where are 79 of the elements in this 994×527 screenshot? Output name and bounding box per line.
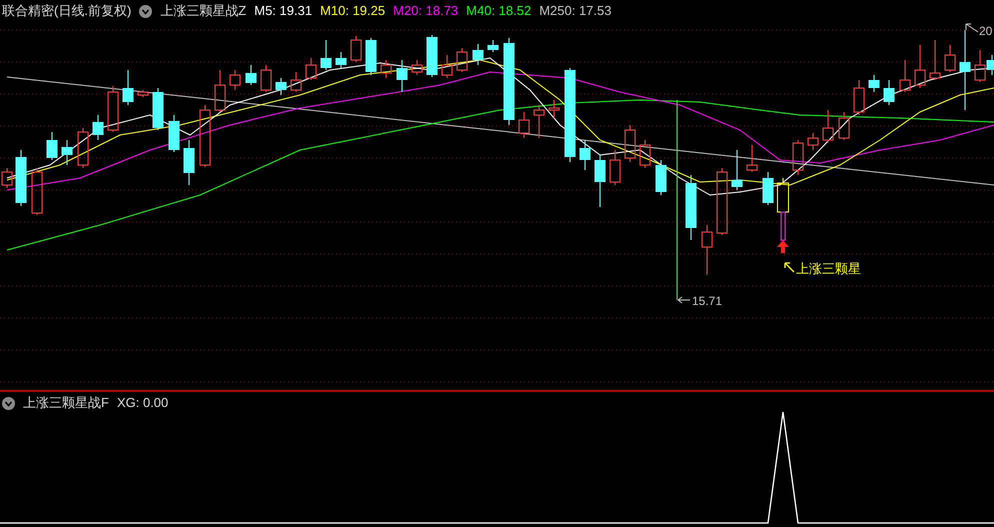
candlestick: [412, 60, 422, 76]
candlestick: [900, 60, 910, 92]
up-arrow-icon: [777, 240, 789, 253]
candlestick: [214, 70, 226, 112]
candlestick: [426, 34, 438, 78]
candlestick: [594, 154, 606, 208]
candlestick: [944, 44, 956, 72]
candlestick: [518, 112, 530, 138]
left-arrow-icon: [678, 296, 690, 304]
candlestick: [396, 60, 408, 92]
candlestick: [16, 150, 26, 206]
candlestick: [2, 168, 12, 188]
candlestick: [808, 132, 818, 150]
candlestick: [930, 40, 940, 80]
moving-average-value: M40: 18.52: [466, 3, 532, 19]
candlestick: [46, 132, 58, 160]
candlestick: [456, 48, 468, 72]
candlestick: [350, 36, 362, 62]
candlestick: [732, 150, 742, 190]
moving-average-value: M10: 19.25: [320, 3, 386, 19]
arrow-icon: [966, 24, 978, 32]
candlestick: [716, 168, 728, 236]
candlestick: [260, 64, 272, 92]
candlestick: [380, 60, 392, 78]
candlestick: [624, 124, 636, 162]
candlestick: [122, 70, 134, 106]
candlestick: [32, 168, 42, 216]
candlestick: [366, 38, 376, 76]
chart-title: 联合精密(日线.前复权): [2, 3, 132, 19]
candlestick: [534, 104, 544, 138]
moving-average-value: M250: 17.53: [539, 3, 612, 19]
candlestick: [78, 128, 88, 168]
candlestick: [276, 78, 286, 96]
candlestick: [610, 150, 620, 186]
candlestick: [686, 174, 696, 240]
arrow-icon: [784, 262, 795, 273]
candlestick: [246, 64, 256, 86]
candlestick: [762, 172, 774, 206]
indicator-name: 上涨三颗星战Z: [160, 3, 246, 19]
candlestick: [884, 80, 894, 106]
signal-label: 上涨三颗星: [796, 262, 861, 277]
candlestick: [184, 140, 194, 186]
candlestick: [580, 140, 590, 170]
signal-candlestick: [777, 178, 789, 212]
candlestick: [168, 114, 180, 152]
candlestick: [548, 100, 560, 118]
candlestick: [656, 160, 666, 196]
candlestick: [138, 90, 148, 98]
candlestick: [914, 44, 926, 88]
indicator-name: 上涨三颗星战F: [23, 395, 109, 411]
low-price-label: 15.71: [692, 294, 722, 308]
candlestick: [92, 114, 104, 140]
candlestick: [320, 40, 332, 70]
candlestick: [62, 140, 72, 166]
candlestick: [822, 110, 834, 144]
moving-average-value: M5: 19.31: [254, 3, 312, 19]
candlestick: [200, 104, 210, 168]
candlestick: [488, 40, 498, 52]
candlestick: [336, 52, 346, 68]
candlestick: [290, 72, 302, 92]
candlestick: [108, 86, 118, 132]
candlestick: [854, 80, 864, 116]
indicator-value: XG: 0.00: [116, 395, 168, 411]
candlestick: [306, 58, 316, 80]
candlestick: [152, 88, 164, 130]
candlestick: [792, 140, 804, 176]
dropdown-icon[interactable]: [2, 396, 15, 410]
candlestick: [472, 44, 484, 66]
candlestick: [702, 224, 712, 276]
candlestick: [230, 70, 240, 90]
candlestick: [442, 54, 452, 78]
moving-average-value: M20: 18.73: [393, 3, 458, 19]
candlestick: [640, 140, 650, 168]
candlestick: [838, 112, 850, 140]
high-price-label: 20: [979, 24, 992, 38]
dropdown-icon[interactable]: [139, 4, 152, 18]
signal-bar: [780, 212, 786, 240]
candlestick: [746, 144, 758, 172]
candlestick: [868, 74, 880, 92]
